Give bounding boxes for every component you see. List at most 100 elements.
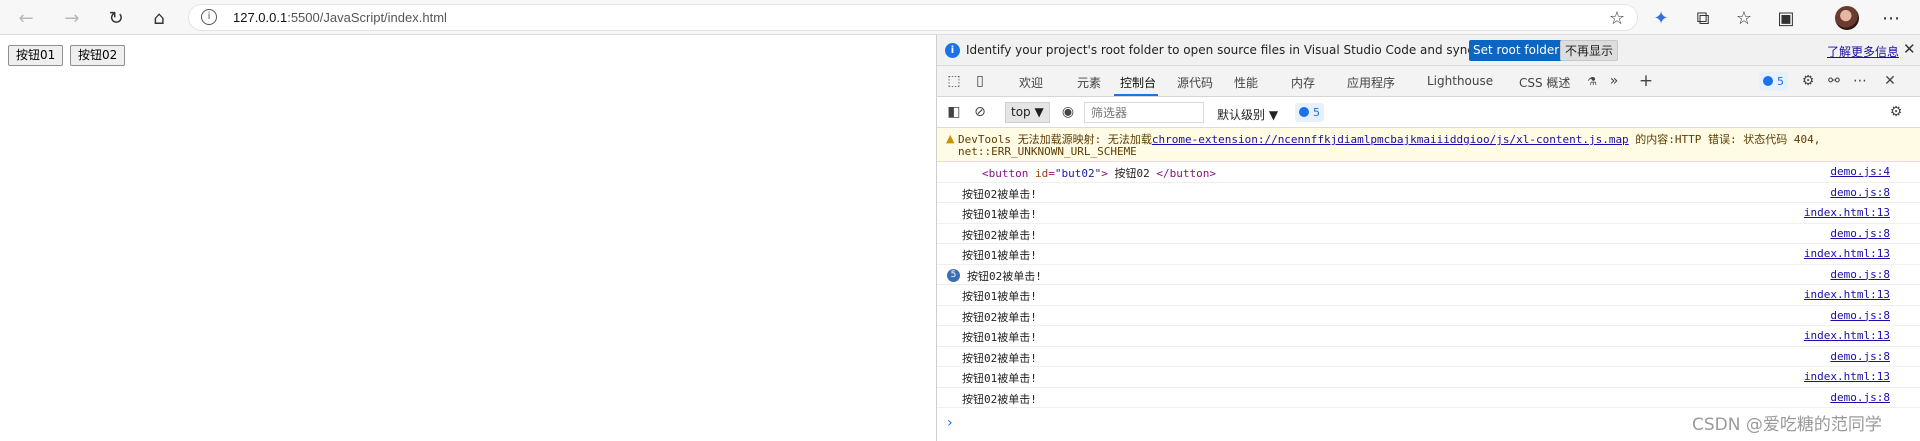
- log-message: 按钮02被单击!: [962, 392, 1037, 406]
- console-row: 按钮01被单击! index.html:13: [937, 326, 1920, 347]
- log-message: 按钮01被单击!: [962, 331, 1037, 344]
- log-message: 按钮02被单击!: [962, 351, 1037, 365]
- inspect-element-icon[interactable]: ⬚: [945, 72, 963, 90]
- console-row: 按钮02被单击! demo.js:8: [937, 347, 1920, 367]
- source-map-link[interactable]: chrome-extension://ncennffkjdiamlpmcbajk…: [1152, 133, 1629, 146]
- repeat-count-badge: 5: [947, 268, 960, 282]
- tab-performance[interactable]: 性能: [1234, 74, 1258, 91]
- watermark: CSDN @爱吃糖的范同学: [1692, 415, 1882, 435]
- source-link[interactable]: demo.js:8: [1830, 391, 1890, 404]
- tab-sources[interactable]: 源代码: [1177, 74, 1213, 91]
- clear-console-icon[interactable]: ⊘: [971, 103, 989, 121]
- source-link[interactable]: demo.js:8: [1830, 309, 1890, 322]
- source-link[interactable]: demo.js:8: [1830, 268, 1890, 281]
- device-toolbar-icon[interactable]: ▯: [971, 72, 989, 90]
- flask-icon: ⚗: [1587, 74, 1597, 88]
- learn-more-link[interactable]: 了解更多信息: [1827, 43, 1899, 60]
- console-filterbar: ◧ ⊘ top ▼ ◉ 默认级别 ▼ 5 ⚙: [937, 97, 1920, 128]
- more-icon[interactable]: ⋯: [1878, 5, 1904, 31]
- console-row: 按钮02被单击! demo.js:8: [937, 224, 1920, 244]
- chevron-down-icon: ▼: [1034, 105, 1044, 119]
- element-log[interactable]: <button id="but02"> 按钮02 </button>: [982, 165, 1216, 181]
- log-message: 按钮01被单击!: [962, 290, 1037, 303]
- log-levels-select[interactable]: 默认级别 ▼: [1217, 106, 1278, 123]
- infobar-text: Identify your project's root folder to o…: [966, 43, 1533, 57]
- refresh-icon[interactable]: ↻: [103, 5, 129, 31]
- forward-arrow-icon[interactable]: →: [59, 5, 85, 31]
- source-link[interactable]: index.html:13: [1804, 370, 1890, 383]
- info-icon: i: [945, 43, 960, 58]
- address-url[interactable]: 127.0.0.1:5500/JavaScript/index.html: [233, 10, 447, 25]
- eye-icon[interactable]: ◉: [1059, 103, 1077, 121]
- button-01[interactable]: 按钮01: [8, 45, 64, 66]
- log-message: 按钮02被单击!: [967, 269, 1042, 283]
- set-root-folder-button[interactable]: Set root folder: [1469, 40, 1564, 61]
- console-prompt-icon: ›: [947, 415, 953, 431]
- close-devtools-icon[interactable]: ✕: [1881, 72, 1899, 90]
- log-message: 按钮02被单击!: [962, 228, 1037, 242]
- console-row: 按钮01被单击! index.html:13: [937, 367, 1920, 388]
- source-link[interactable]: index.html:13: [1804, 206, 1890, 219]
- console-row: 按钮01被单击! index.html:13: [937, 203, 1920, 224]
- source-link[interactable]: demo.js:8: [1830, 227, 1890, 240]
- home-icon[interactable]: ⌂: [146, 5, 172, 31]
- context-select[interactable]: top ▼: [1005, 102, 1050, 123]
- console-row: 按钮02被单击! demo.js:8: [937, 183, 1920, 203]
- source-link[interactable]: demo.js:4: [1830, 165, 1890, 178]
- source-link[interactable]: demo.js:8: [1830, 350, 1890, 363]
- console-row: 按钮02被单击! demo.js:8: [937, 306, 1920, 326]
- browser-toolbar: ← → ↻ ⌂ i 127.0.0.1:5500/JavaScript/inde…: [0, 0, 1920, 35]
- button-02[interactable]: 按钮02: [70, 45, 126, 66]
- tab-welcome[interactable]: 欢迎: [1019, 74, 1043, 91]
- sidebar-toggle-icon[interactable]: ◧: [945, 103, 963, 121]
- site-info-icon[interactable]: i: [201, 9, 217, 25]
- back-arrow-icon[interactable]: ←: [13, 5, 39, 31]
- tab-css-overview[interactable]: CSS 概述: [1519, 74, 1570, 91]
- close-icon[interactable]: ✕: [1903, 40, 1916, 58]
- collections-icon[interactable]: ▣: [1773, 5, 1799, 31]
- more-tabs-icon[interactable]: »: [1605, 72, 1623, 90]
- connect-icon[interactable]: ⚯: [1825, 72, 1843, 90]
- tab-console[interactable]: 控制台: [1120, 74, 1156, 91]
- favorite-star-icon[interactable]: ☆: [1604, 5, 1630, 31]
- more-options-icon[interactable]: ⋯: [1851, 72, 1869, 90]
- favorites-list-icon[interactable]: ☆: [1731, 5, 1757, 31]
- address-bar[interactable]: i 127.0.0.1:5500/JavaScript/index.html ☆: [188, 4, 1638, 31]
- chevron-down-icon: ▼: [1268, 108, 1279, 122]
- source-link[interactable]: index.html:13: [1804, 247, 1890, 260]
- gear-icon[interactable]: ⚙: [1799, 72, 1817, 90]
- log-message: 按钮01被单击!: [962, 249, 1037, 262]
- devtools-infobar: i Identify your project's root folder to…: [937, 35, 1920, 66]
- warning-icon: ▲: [946, 132, 955, 145]
- extension-icon[interactable]: ✦: [1648, 5, 1674, 31]
- log-message: 按钮01被单击!: [962, 372, 1037, 385]
- tab-application[interactable]: 应用程序: [1347, 74, 1395, 91]
- tab-lighthouse[interactable]: Lighthouse: [1427, 74, 1493, 88]
- source-link[interactable]: index.html:13: [1804, 288, 1890, 301]
- issues-badge[interactable]: 5: [1759, 72, 1788, 91]
- filter-input[interactable]: [1084, 102, 1204, 123]
- dont-show-again-button[interactable]: 不再显示: [1560, 40, 1619, 61]
- console-row: 5 按钮02被单击! demo.js:8: [937, 265, 1920, 285]
- source-link[interactable]: demo.js:8: [1830, 186, 1890, 199]
- tab-memory[interactable]: 内存: [1291, 74, 1315, 91]
- devtools-tabs: ⬚ ▯ 欢迎 元素 控制台 源代码 性能 内存 应用程序 Lighthouse …: [937, 66, 1920, 97]
- console-output: ▲ DevTools 无法加载源映射: 无法加载chrome-extension…: [937, 128, 1920, 432]
- active-tab-indicator: [1114, 94, 1158, 96]
- add-tab-icon[interactable]: +: [1637, 71, 1655, 91]
- console-row: 按钮02被单击! demo.js:8: [937, 388, 1920, 408]
- issues-badge-filter[interactable]: 5: [1295, 103, 1324, 122]
- log-message: 按钮02被单击!: [962, 187, 1037, 201]
- log-message: 按钮02被单击!: [962, 310, 1037, 324]
- tab-elements[interactable]: 元素: [1077, 74, 1101, 91]
- warning-message: ▲ DevTools 无法加载源映射: 无法加载chrome-extension…: [937, 128, 1920, 162]
- console-row: <button id="but02"> 按钮02 </button> demo.…: [937, 162, 1920, 183]
- console-row: 按钮01被单击! index.html:13: [937, 285, 1920, 306]
- console-settings-icon[interactable]: ⚙: [1887, 103, 1905, 121]
- avatar[interactable]: [1835, 6, 1859, 30]
- source-link[interactable]: index.html:13: [1804, 329, 1890, 342]
- puzzle-icon[interactable]: ⧉: [1690, 5, 1716, 31]
- devtools-panel: i Identify your project's root folder to…: [936, 35, 1920, 441]
- log-message: 按钮01被单击!: [962, 208, 1037, 221]
- console-row: 按钮01被单击! index.html:13: [937, 244, 1920, 265]
